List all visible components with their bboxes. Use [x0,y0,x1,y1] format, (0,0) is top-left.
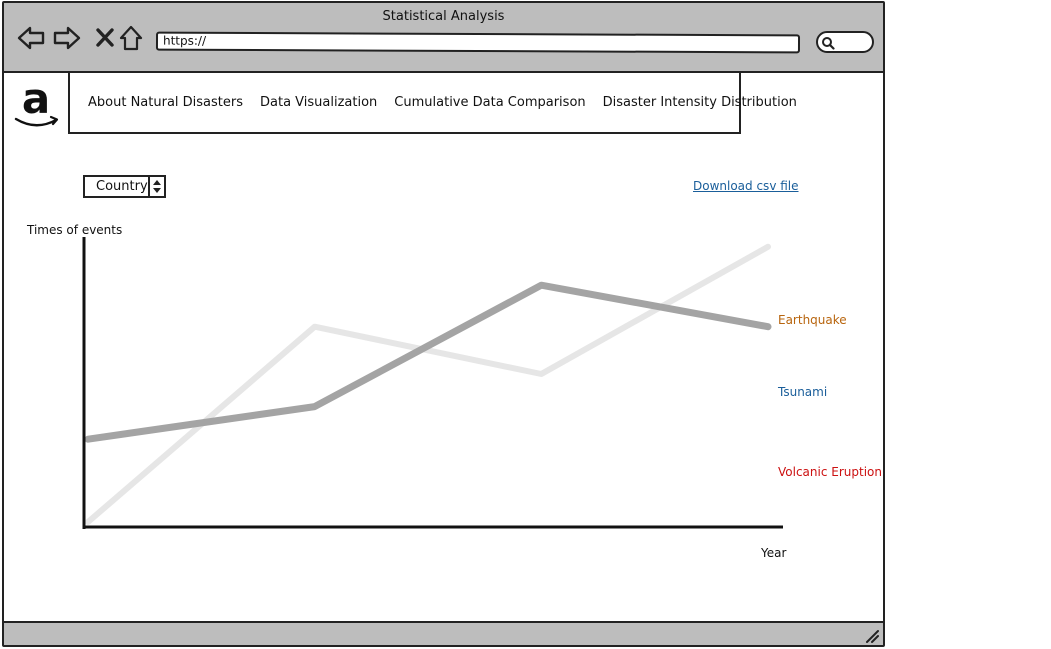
series-line-earthquake [84,281,772,443]
line-chart [82,237,783,529]
legend-tsunami: Tsunami [778,385,828,399]
legend-earthquake: Earthquake [778,313,847,327]
legend-volcanic-eruption: Volcanic Eruption [778,465,882,479]
series-layer [84,243,772,525]
series-line-tsunami [85,243,771,525]
resize-grip-icon[interactable] [863,627,879,643]
browser-window: Statistical Analysis https:// a About Na… [2,1,885,647]
status-bar [4,621,883,645]
